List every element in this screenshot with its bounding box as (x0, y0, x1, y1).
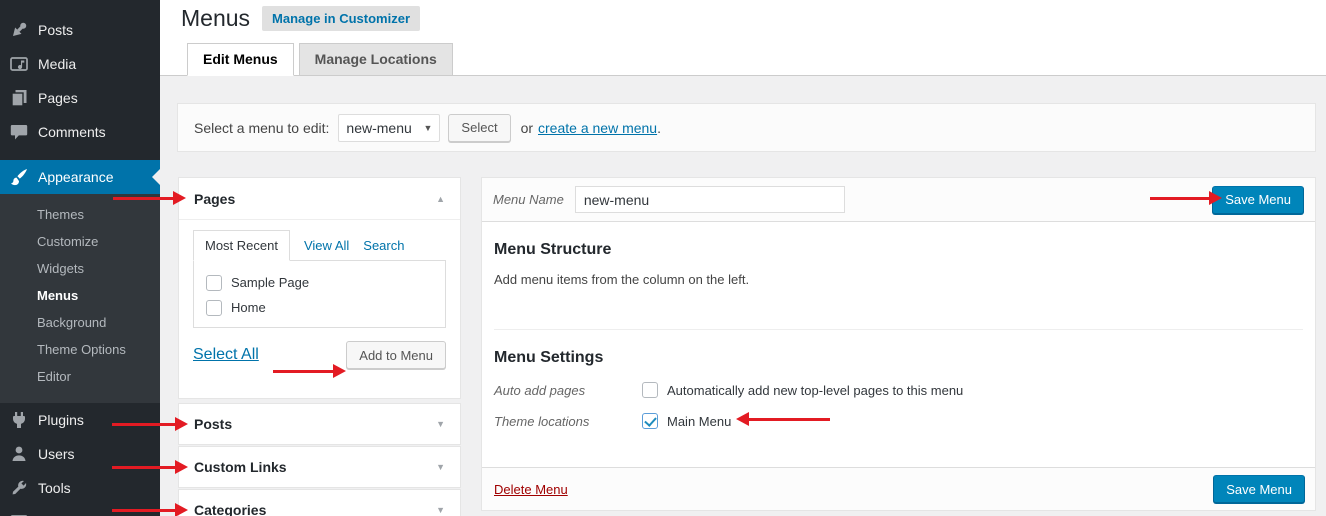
menu-name-header: Menu Name Save Menu (482, 178, 1315, 222)
plugin-icon (9, 410, 29, 430)
wordpress-menus-screen: Posts Media Pages Comments Appearance (0, 0, 1326, 516)
sidebar-item-media[interactable]: Media (0, 47, 160, 81)
sidebar-item-label: Comments (38, 124, 106, 140)
sidebar-item-users[interactable]: Users (0, 437, 160, 471)
delete-menu-link[interactable]: Delete Menu (494, 482, 568, 497)
wrench-icon (9, 478, 29, 498)
submenu-item-theme-options[interactable]: Theme Options (0, 336, 160, 363)
submenu-item-widgets[interactable]: Widgets (0, 255, 160, 282)
section-divider (494, 329, 1303, 330)
select-button[interactable]: Select (448, 114, 510, 142)
add-to-menu-button[interactable]: Add to Menu (346, 341, 446, 369)
pages-panel-title: Pages (194, 191, 235, 207)
page-title: Menus (181, 4, 250, 33)
manage-in-customizer-button[interactable]: Manage in Customizer (262, 6, 420, 31)
tab-view-all[interactable]: View All (304, 238, 349, 253)
sidebar-item-plugins[interactable]: Plugins (0, 403, 160, 437)
checkbox-label: Home (231, 300, 266, 315)
accordion-title: Categories (194, 502, 266, 516)
admin-sidebar: Posts Media Pages Comments Appearance (0, 0, 160, 516)
expand-icon[interactable]: ▼ (436, 462, 445, 472)
select-menu-label: Select a menu to edit: (194, 120, 329, 136)
pages-checklist: Sample Page Home (193, 260, 446, 328)
tab-most-recent[interactable]: Most Recent (193, 230, 290, 261)
auto-add-pages-checkbox[interactable] (642, 382, 658, 398)
sidebar-item-label: Media (38, 56, 76, 72)
sidebar-item-comments[interactable]: Comments (0, 115, 160, 149)
sidebar-item-label: Users (38, 446, 75, 462)
pages-panel-tabs: Most Recent View All Search (193, 230, 446, 260)
custom-links-accordion[interactable]: Custom Links ▼ (178, 446, 461, 488)
submenu-item-background[interactable]: Background (0, 309, 160, 336)
pages-panel-header[interactable]: Pages ▲ (179, 178, 460, 220)
accordion-title: Custom Links (194, 459, 287, 475)
auto-add-pages-label: Auto add pages (494, 383, 642, 398)
sidebar-item-label: Plugins (38, 412, 84, 428)
categories-accordion[interactable]: Categories ▼ (178, 489, 461, 516)
sidebar-item-posts[interactable]: Posts (0, 13, 160, 47)
main-menu-checkbox[interactable] (642, 413, 658, 429)
theme-locations-row: Theme locations Main Menu (494, 413, 1303, 429)
tab-manage-locations[interactable]: Manage Locations (299, 43, 453, 76)
menu-structure-help: Add menu items from the column on the le… (494, 272, 1303, 287)
home-checkbox[interactable] (206, 300, 222, 316)
caret-down-icon: ▼ (424, 123, 433, 133)
accordion-title: Posts (194, 416, 232, 432)
submenu-item-menus[interactable]: Menus (0, 282, 160, 309)
collapse-icon[interactable]: ▲ (436, 194, 445, 204)
list-item: Sample Page (206, 270, 445, 295)
tab-search[interactable]: Search (363, 238, 404, 253)
comment-icon (9, 122, 29, 142)
menu-settings-heading: Menu Settings (494, 349, 1303, 367)
menu-editor-panel: Menu Name Save Menu Menu Structure Add m… (481, 177, 1316, 511)
appearance-submenu: Themes Customize Widgets Menus Backgroun… (0, 194, 160, 403)
sample-page-checkbox[interactable] (206, 275, 222, 291)
menu-select-dropdown[interactable]: new-menu ▼ (338, 114, 440, 142)
save-menu-button-bottom[interactable]: Save Menu (1213, 475, 1305, 503)
pages-panel: Pages ▲ Most Recent View All Search Samp… (178, 177, 461, 399)
sidebar-item-settings[interactable]: Settings (0, 505, 160, 516)
editor-footer: Delete Menu Save Menu (482, 467, 1315, 510)
media-icon (9, 54, 29, 74)
sidebar-item-tools[interactable]: Tools (0, 471, 160, 505)
save-menu-button-top[interactable]: Save Menu (1212, 186, 1304, 214)
user-icon (9, 444, 29, 464)
expand-icon[interactable]: ▼ (436, 505, 445, 515)
appearance-icon (9, 167, 29, 187)
menu-select-value: new-menu (346, 120, 411, 136)
pages-icon (9, 88, 29, 108)
or-text: or (521, 120, 533, 136)
sidebar-item-label: Posts (38, 22, 73, 38)
list-item: Home (206, 295, 445, 320)
sidebar-item-label: Appearance (38, 169, 114, 185)
create-new-menu-link[interactable]: create a new menu (538, 120, 657, 136)
tab-edit-menus[interactable]: Edit Menus (187, 43, 294, 76)
settings-icon (9, 512, 29, 516)
period-text: . (657, 120, 661, 136)
posts-accordion[interactable]: Posts ▼ (178, 403, 461, 445)
nav-tabs: Edit Menus Manage Locations (187, 43, 458, 76)
select-all-link[interactable]: Select All (193, 346, 259, 364)
sidebar-item-pages[interactable]: Pages (0, 81, 160, 115)
menu-structure-heading: Menu Structure (494, 241, 1303, 259)
submenu-item-themes[interactable]: Themes (0, 201, 160, 228)
select-menu-bar: Select a menu to edit: new-menu ▼ Select… (177, 103, 1316, 152)
theme-locations-label: Theme locations (494, 414, 642, 429)
auto-add-pages-row: Auto add pages Automatically add new top… (494, 382, 1303, 398)
sidebar-item-label: Pages (38, 90, 78, 106)
sidebar-item-appearance[interactable]: Appearance (0, 160, 160, 194)
page-header: Menus Manage in Customizer Edit Menus Ma… (160, 0, 1326, 76)
submenu-item-customize[interactable]: Customize (0, 228, 160, 255)
pin-icon (9, 20, 29, 40)
auto-add-pages-text: Automatically add new top-level pages to… (667, 383, 963, 398)
menu-name-input[interactable] (575, 186, 845, 213)
menu-name-label: Menu Name (493, 192, 564, 207)
main-menu-text: Main Menu (667, 414, 731, 429)
sidebar-item-label: Tools (38, 480, 71, 496)
current-item-notch (144, 169, 160, 185)
submenu-item-editor[interactable]: Editor (0, 363, 160, 390)
expand-icon[interactable]: ▼ (436, 419, 445, 429)
checkbox-label: Sample Page (231, 275, 309, 290)
